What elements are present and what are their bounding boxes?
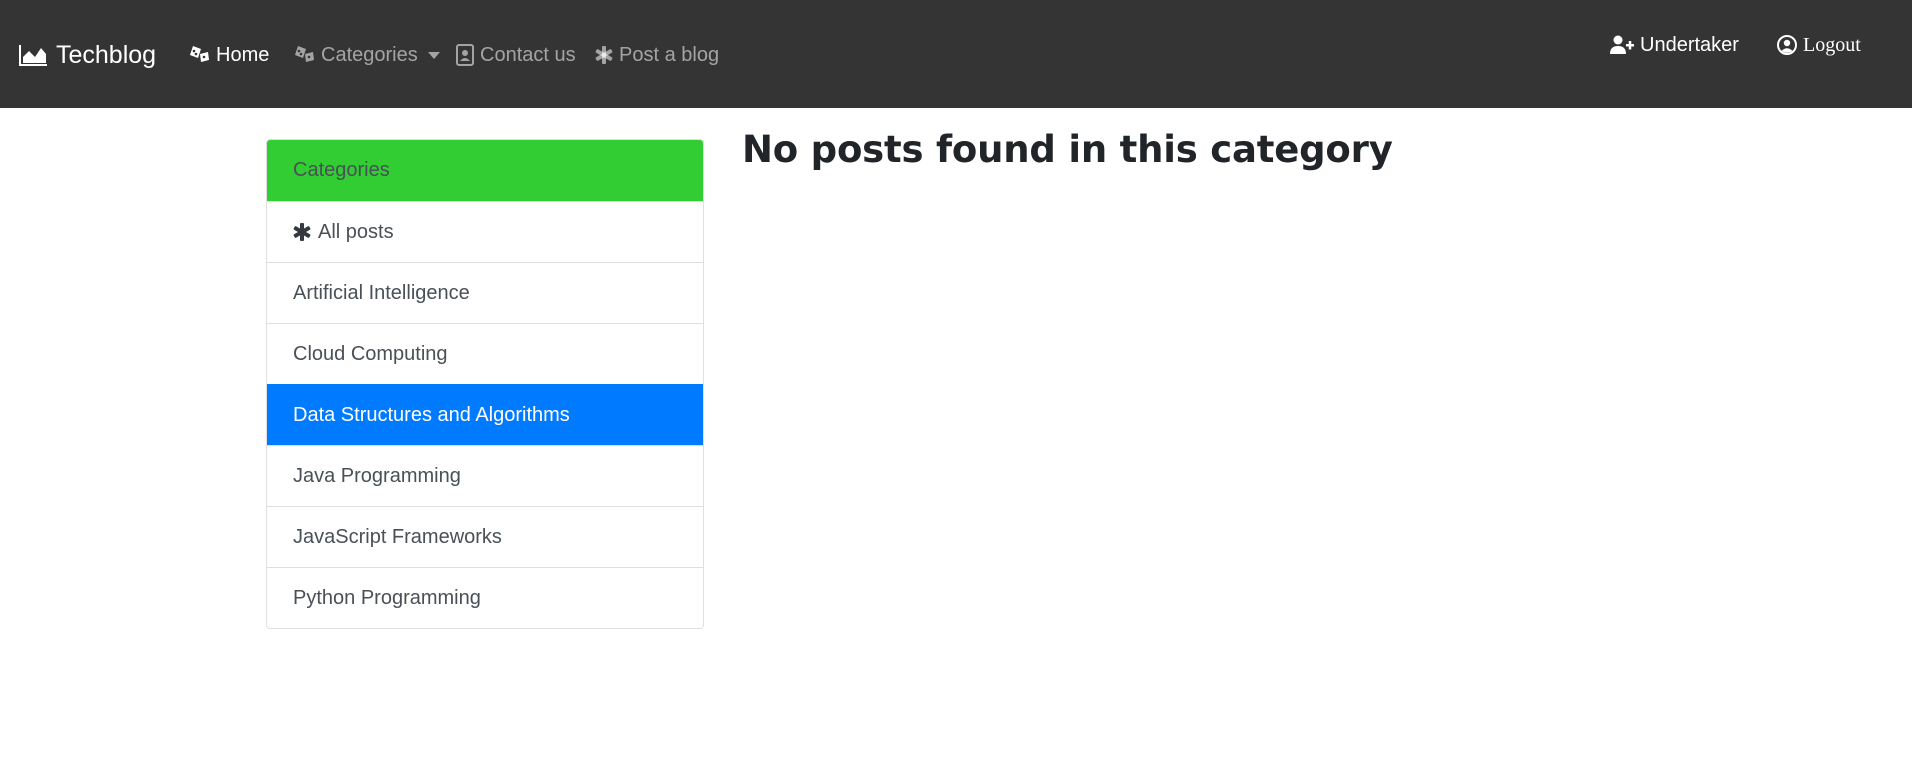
nav-contact-us[interactable]: Contact us — [456, 38, 576, 72]
no-posts-message: No posts found in this category — [742, 128, 1393, 171]
nav-post-a-blog[interactable]: Post a blog — [595, 38, 719, 72]
nav-post-a-blog-label: Post a blog — [619, 43, 720, 66]
category-item-label: Python Programming — [293, 586, 481, 609]
user-plus-icon — [1610, 35, 1634, 55]
area-chart-icon — [19, 45, 47, 66]
category-item-label: Artificial Intelligence — [293, 281, 470, 304]
brand-link[interactable]: Techblog — [19, 36, 156, 74]
asterisk-icon — [293, 223, 311, 241]
category-item-all-posts[interactable]: All posts — [267, 201, 703, 262]
category-item-label: JavaScript Frameworks — [293, 525, 502, 548]
category-item-label: Cloud Computing — [293, 342, 448, 365]
nav-logout[interactable]: Logout — [1777, 28, 1861, 62]
category-item-label: Java Programming — [293, 464, 461, 487]
category-item-java-programming[interactable]: Java Programming — [267, 445, 703, 506]
user-circle-icon — [1777, 35, 1797, 55]
asterisk-icon — [595, 46, 613, 64]
category-item-label: Data Structures and Algorithms — [293, 403, 570, 426]
nav-logout-label: Logout — [1803, 33, 1861, 56]
brand-label: Techblog — [56, 40, 157, 69]
nav-user-profile[interactable]: Undertaker — [1610, 28, 1739, 62]
navbar: Techblog Home Categories Contact us Post… — [0, 0, 1912, 108]
category-item-javascript-frameworks[interactable]: JavaScript Frameworks — [267, 506, 703, 567]
categories-list: Categories All posts Artificial Intellig… — [266, 139, 704, 629]
categories-header: Categories — [267, 140, 703, 201]
dice-icon — [289, 45, 315, 65]
category-item-cloud-computing[interactable]: Cloud Computing — [267, 323, 703, 384]
nav-categories-dropdown[interactable]: Categories — [289, 38, 440, 72]
categories-header-label: Categories — [293, 159, 390, 181]
category-item-python-programming[interactable]: Python Programming — [267, 567, 703, 628]
nav-user-label: Undertaker — [1640, 33, 1739, 56]
address-card-icon — [456, 44, 474, 66]
category-item-data-structures-and-algorithms[interactable]: Data Structures and Algorithms — [267, 384, 703, 445]
nav-contact-us-label: Contact us — [480, 43, 576, 66]
category-item-label: All posts — [318, 220, 394, 243]
dice-icon — [184, 45, 210, 65]
nav-home[interactable]: Home — [184, 38, 269, 72]
chevron-down-icon — [427, 51, 440, 59]
nav-home-label: Home — [216, 43, 270, 66]
category-item-artificial-intelligence[interactable]: Artificial Intelligence — [267, 262, 703, 323]
nav-categories-label: Categories — [321, 43, 418, 66]
